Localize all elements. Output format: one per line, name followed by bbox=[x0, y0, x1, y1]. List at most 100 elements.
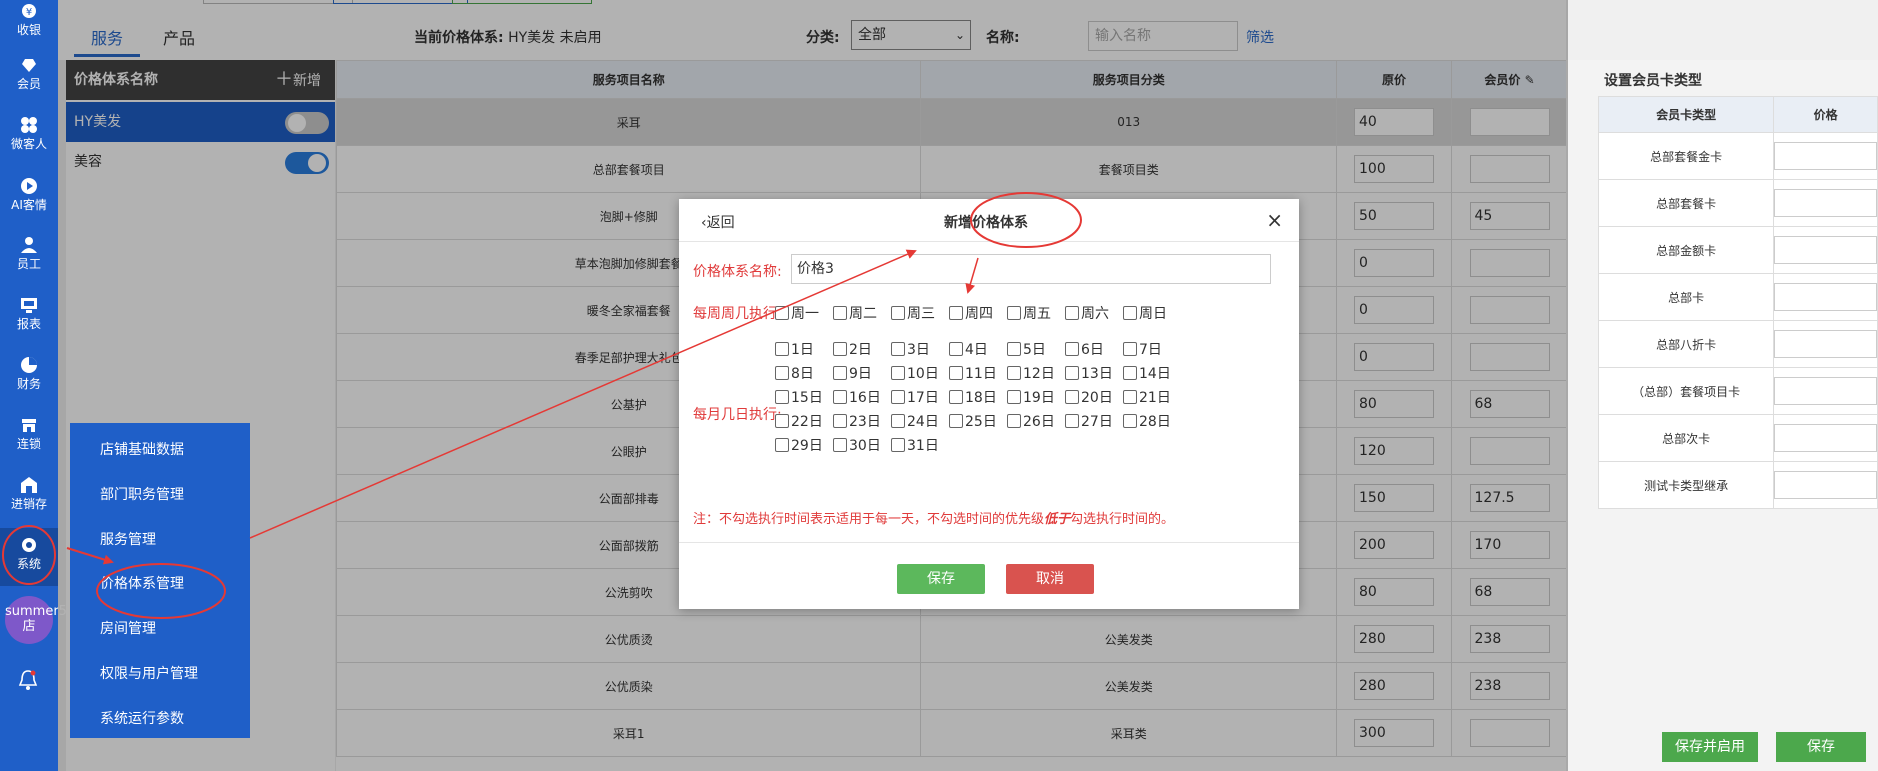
day-checkbox[interactable]: 9日 bbox=[833, 363, 872, 383]
checkbox-box[interactable] bbox=[1007, 390, 1021, 404]
card-price-input[interactable] bbox=[1774, 424, 1877, 452]
menu-price-system[interactable]: 价格体系管理 bbox=[100, 573, 184, 593]
checkbox-box[interactable] bbox=[949, 390, 963, 404]
weekday-checkbox[interactable]: 周日 bbox=[1123, 303, 1167, 323]
nav-cashier[interactable]: ¥ 收银 bbox=[0, 2, 58, 37]
day-checkbox[interactable]: 29日 bbox=[775, 435, 823, 455]
day-checkbox[interactable]: 7日 bbox=[1123, 339, 1162, 359]
checkbox-box[interactable] bbox=[1065, 414, 1079, 428]
checkbox-box[interactable] bbox=[833, 390, 847, 404]
checkbox-box[interactable] bbox=[949, 414, 963, 428]
checkbox-box[interactable] bbox=[1065, 390, 1079, 404]
save-button[interactable]: 保存 bbox=[1776, 732, 1866, 762]
checkbox-box[interactable] bbox=[775, 366, 789, 380]
day-checkbox[interactable]: 2日 bbox=[833, 339, 872, 359]
back-button[interactable]: ‹返回 bbox=[701, 212, 735, 232]
checkbox-box[interactable] bbox=[1065, 366, 1079, 380]
modal-cancel-button[interactable]: 取消 bbox=[1006, 564, 1094, 594]
checkbox-box[interactable] bbox=[891, 414, 905, 428]
weekday-checkbox[interactable]: 周二 bbox=[833, 303, 877, 323]
card-price-input[interactable] bbox=[1774, 330, 1877, 358]
card-price-input[interactable] bbox=[1774, 377, 1877, 405]
checkbox-box[interactable] bbox=[1123, 342, 1137, 356]
day-checkbox[interactable]: 11日 bbox=[949, 363, 997, 383]
checkbox-box[interactable] bbox=[833, 438, 847, 452]
weekday-checkbox[interactable]: 周六 bbox=[1065, 303, 1109, 323]
card-price-input[interactable] bbox=[1774, 189, 1877, 217]
card-price-input[interactable] bbox=[1774, 236, 1877, 264]
menu-system-params[interactable]: 系统运行参数 bbox=[100, 708, 184, 728]
checkbox-box[interactable] bbox=[891, 306, 905, 320]
modal-save-button[interactable]: 保存 bbox=[897, 564, 985, 594]
menu-service[interactable]: 服务管理 bbox=[100, 529, 156, 549]
weekday-checkbox[interactable]: 周三 bbox=[891, 303, 935, 323]
card-price-input[interactable] bbox=[1774, 471, 1877, 499]
checkbox-box[interactable] bbox=[833, 366, 847, 380]
checkbox-box[interactable] bbox=[1065, 306, 1079, 320]
checkbox-box[interactable] bbox=[1065, 342, 1079, 356]
card-price-input[interactable] bbox=[1774, 283, 1877, 311]
menu-department[interactable]: 部门职务管理 bbox=[100, 484, 184, 504]
day-checkbox[interactable]: 18日 bbox=[949, 387, 997, 407]
checkbox-box[interactable] bbox=[1123, 390, 1137, 404]
checkbox-box[interactable] bbox=[1123, 414, 1137, 428]
checkbox-box[interactable] bbox=[775, 306, 789, 320]
day-checkbox[interactable]: 15日 bbox=[775, 387, 823, 407]
weekday-checkbox[interactable]: 周一 bbox=[775, 303, 819, 323]
checkbox-box[interactable] bbox=[833, 414, 847, 428]
day-checkbox[interactable]: 12日 bbox=[1007, 363, 1055, 383]
save-and-enable-button[interactable]: 保存并启用 bbox=[1662, 732, 1758, 762]
day-checkbox[interactable]: 10日 bbox=[891, 363, 939, 383]
checkbox-box[interactable] bbox=[891, 342, 905, 356]
nav-member[interactable]: 会员 bbox=[0, 56, 58, 91]
day-checkbox[interactable]: 20日 bbox=[1065, 387, 1113, 407]
day-checkbox[interactable]: 1日 bbox=[775, 339, 814, 359]
nav-chain[interactable]: 连锁 bbox=[0, 416, 58, 451]
checkbox-box[interactable] bbox=[775, 342, 789, 356]
checkbox-box[interactable] bbox=[775, 414, 789, 428]
avatar[interactable]: summer5A店 bbox=[5, 596, 76, 644]
nav-guest[interactable]: 微客人 bbox=[0, 116, 58, 151]
checkbox-box[interactable] bbox=[891, 390, 905, 404]
nav-finance[interactable]: 财务 bbox=[0, 356, 58, 391]
day-checkbox[interactable]: 22日 bbox=[775, 411, 823, 431]
checkbox-box[interactable] bbox=[1007, 414, 1021, 428]
close-icon[interactable]: × bbox=[1266, 208, 1283, 232]
day-checkbox[interactable]: 8日 bbox=[775, 363, 814, 383]
day-checkbox[interactable]: 3日 bbox=[891, 339, 930, 359]
day-checkbox[interactable]: 25日 bbox=[949, 411, 997, 431]
nav-inventory[interactable]: 进销存 bbox=[0, 476, 58, 511]
checkbox-box[interactable] bbox=[949, 306, 963, 320]
checkbox-box[interactable] bbox=[949, 342, 963, 356]
checkbox-box[interactable] bbox=[833, 306, 847, 320]
day-checkbox[interactable]: 13日 bbox=[1065, 363, 1113, 383]
checkbox-box[interactable] bbox=[891, 366, 905, 380]
day-checkbox[interactable]: 28日 bbox=[1123, 411, 1171, 431]
card-price-input[interactable] bbox=[1774, 142, 1877, 170]
day-checkbox[interactable]: 27日 bbox=[1065, 411, 1113, 431]
checkbox-box[interactable] bbox=[833, 342, 847, 356]
day-checkbox[interactable]: 5日 bbox=[1007, 339, 1046, 359]
checkbox-box[interactable] bbox=[1007, 306, 1021, 320]
checkbox-box[interactable] bbox=[1007, 342, 1021, 356]
price-system-name-input[interactable]: 价格3 bbox=[791, 254, 1271, 284]
day-checkbox[interactable]: 19日 bbox=[1007, 387, 1055, 407]
nav-report[interactable]: 报表 bbox=[0, 296, 58, 331]
day-checkbox[interactable]: 4日 bbox=[949, 339, 988, 359]
day-checkbox[interactable]: 24日 bbox=[891, 411, 939, 431]
day-checkbox[interactable]: 21日 bbox=[1123, 387, 1171, 407]
weekday-checkbox[interactable]: 周四 bbox=[949, 303, 993, 323]
nav-staff[interactable]: 员工 bbox=[0, 236, 58, 271]
day-checkbox[interactable]: 26日 bbox=[1007, 411, 1055, 431]
checkbox-box[interactable] bbox=[891, 438, 905, 452]
checkbox-box[interactable] bbox=[1007, 366, 1021, 380]
nav-ai[interactable]: AI客情 bbox=[0, 177, 58, 212]
bell-icon[interactable] bbox=[16, 668, 40, 692]
checkbox-box[interactable] bbox=[1123, 366, 1137, 380]
nav-system[interactable]: 系统 bbox=[0, 528, 58, 586]
day-checkbox[interactable]: 6日 bbox=[1065, 339, 1104, 359]
day-checkbox[interactable]: 23日 bbox=[833, 411, 881, 431]
day-checkbox[interactable]: 30日 bbox=[833, 435, 881, 455]
day-checkbox[interactable]: 31日 bbox=[891, 435, 939, 455]
menu-permission[interactable]: 权限与用户管理 bbox=[100, 663, 198, 683]
